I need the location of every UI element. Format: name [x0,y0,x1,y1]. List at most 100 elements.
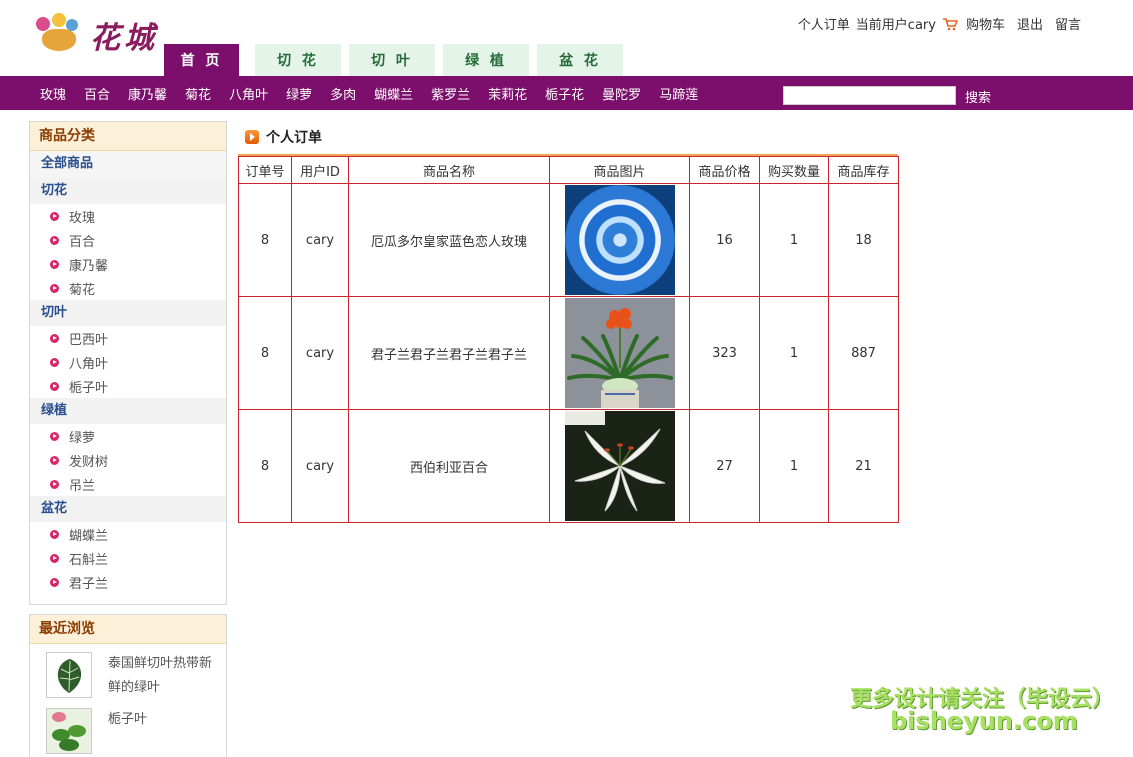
table-row: 8 cary 西伯利亚百合 27 1 21 [238,409,899,523]
tab-potted-flowers[interactable]: 盆 花 [537,44,623,76]
tab-home[interactable]: 首 页 [164,44,239,76]
sidebar-item[interactable]: 百合 [30,228,226,252]
message-link[interactable]: 留言 [1055,14,1081,33]
product-image-cell [549,183,690,297]
sidebar-item[interactable]: 吊兰 [30,472,226,496]
order-id-cell: 8 [238,183,292,297]
page-title-text: 个人订单 [266,130,322,146]
product-name-cell[interactable]: 西伯利亚百合 [348,409,550,523]
col-header: 用户ID [291,156,349,184]
sidebar-item-label: 巴西叶 [69,332,109,348]
sidebar-item[interactable]: 君子兰 [30,570,226,594]
category-link[interactable]: 百合 [84,84,110,103]
recent-item-label[interactable]: 栀子叶 [108,708,218,757]
col-header: 商品名称 [348,156,550,184]
sidebar-item[interactable]: 玫瑰 [30,204,226,228]
category-link[interactable]: 菊花 [185,84,211,103]
sidebar-item-label: 栀子叶 [69,380,109,396]
recent-item[interactable]: 泰国鲜切叶热带新鲜的绿叶 [30,644,226,704]
sidebar-item-label: 发财树 [69,454,109,470]
sidebar-item-label: 康乃馨 [69,258,109,274]
quantity-cell: 1 [759,409,829,523]
col-header: 商品图片 [549,156,690,184]
cart-icon[interactable] [942,17,958,31]
orders-table: 订单号 用户ID 商品名称 商品图片 商品价格 购买数量 商品库存 8 cary… [238,156,899,523]
category-link[interactable]: 多肉 [330,84,356,103]
sidebar-group-green-plants[interactable]: 绿植 [30,398,226,424]
recent-viewed-panel: 最近浏览 泰国鲜切叶热带新鲜的绿叶 栀子叶 [29,614,227,757]
sidebar-group-cut-flowers[interactable]: 切花 [30,178,226,204]
sidebar-item-label: 绿萝 [69,430,96,446]
bullet-arrow-icon [50,211,59,221]
category-link[interactable]: 绿萝 [286,84,312,103]
bullet-arrow-icon [50,333,59,343]
my-orders-link[interactable]: 个人订单 [798,14,850,33]
site-logo[interactable]: 花城 [30,10,165,60]
logo-text: 花城 [90,21,158,56]
category-link[interactable]: 紫罗兰 [431,84,470,103]
current-user-label: 当前用户cary [855,18,936,33]
category-link[interactable]: 康乃馨 [128,84,167,103]
category-link[interactable]: 茉莉花 [488,84,527,103]
category-link[interactable]: 玫瑰 [40,84,66,103]
sidebar-item[interactable]: 栀子叶 [30,374,226,398]
sidebar-all-goods[interactable]: 全部商品 [30,151,226,178]
page-title: 个人订单 [245,127,322,147]
category-link[interactable]: 曼陀罗 [602,84,641,103]
category-link[interactable]: 蝴蝶兰 [374,84,413,103]
sidebar-item[interactable]: 巴西叶 [30,326,226,350]
sidebar-title: 商品分类 [30,122,226,151]
col-header: 购买数量 [759,156,829,184]
product-name-cell[interactable]: 厄瓜多尔皇家蓝色恋人玫瑰 [348,183,550,297]
table-header-row: 订单号 用户ID 商品名称 商品图片 商品价格 购买数量 商品库存 [238,156,899,184]
logout-link[interactable]: 退出 [1017,14,1043,33]
leaf-thumbnail-image[interactable] [46,652,92,698]
category-sidebar: 商品分类 全部商品 切花 玫瑰 百合 康乃馨 菊花 切叶 巴西叶 八角叶 栀子叶… [29,121,227,605]
quantity-cell: 1 [759,183,829,297]
flower-pot-logo-icon [30,11,88,59]
product-name-cell[interactable]: 君子兰君子兰君子兰君子兰 [348,296,550,410]
bullet-arrow-icon [50,381,59,391]
clivia-image[interactable] [564,298,675,408]
recent-item-label[interactable]: 泰国鲜切叶热带新鲜的绿叶 [108,652,218,704]
user-id-cell: cary [291,183,349,297]
stock-cell: 21 [828,409,899,523]
category-link[interactable]: 八角叶 [229,84,268,103]
sidebar-item[interactable]: 菊花 [30,276,226,300]
blue-rose-image[interactable] [564,185,675,295]
category-link[interactable]: 栀子花 [545,84,584,103]
col-header: 订单号 [238,156,292,184]
sidebar-item[interactable]: 绿萝 [30,424,226,448]
order-id-cell: 8 [238,409,292,523]
white-lily-image[interactable] [564,411,675,521]
sidebar-item[interactable]: 石斛兰 [30,546,226,570]
recent-title: 最近浏览 [30,615,226,644]
gardenia-leaf-thumbnail-image[interactable] [46,708,92,754]
sidebar-item[interactable]: 发财树 [30,448,226,472]
tab-cut-leaves[interactable]: 切 叶 [349,44,435,76]
search-button[interactable]: 搜索 [965,87,991,106]
sidebar-item-label: 君子兰 [69,576,109,592]
tab-green-plants[interactable]: 绿 植 [443,44,529,76]
bullet-arrow-icon [50,259,59,269]
sidebar-group-cut-leaves[interactable]: 切叶 [30,300,226,326]
recent-item[interactable]: 栀子叶 [30,704,226,757]
bullet-arrow-icon [50,529,59,539]
sidebar-item[interactable]: 康乃馨 [30,252,226,276]
user-id-cell: cary [291,409,349,523]
tab-cut-flowers[interactable]: 切 花 [255,44,341,76]
sidebar-item-label: 蝴蝶兰 [69,528,109,544]
arrow-right-icon [245,130,259,144]
user-id-cell: cary [291,296,349,410]
search-input[interactable] [783,86,956,105]
category-link[interactable]: 马蹄莲 [659,84,698,103]
order-id-cell: 8 [238,296,292,410]
top-links: 个人订单 当前用户cary 购物车 退出 留言 [798,14,1081,33]
bullet-arrow-icon [50,553,59,563]
table-row: 8 cary 厄瓜多尔皇家蓝色恋人玫瑰 16 1 18 [238,183,899,297]
col-header: 商品价格 [689,156,760,184]
sidebar-item[interactable]: 八角叶 [30,350,226,374]
sidebar-group-potted-flowers[interactable]: 盆花 [30,496,226,522]
sidebar-item[interactable]: 蝴蝶兰 [30,522,226,546]
cart-link[interactable]: 购物车 [966,14,1005,33]
